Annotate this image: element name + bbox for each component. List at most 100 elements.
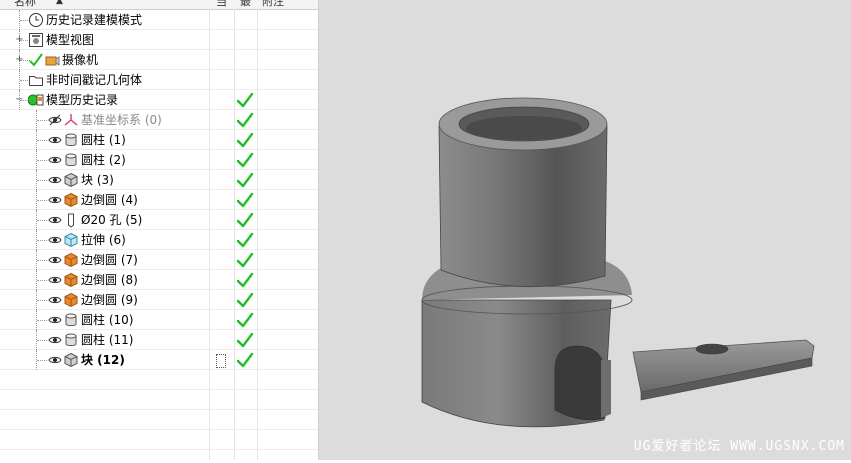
empty-row — [0, 430, 318, 450]
folder-icon — [28, 72, 44, 88]
eye-icon[interactable] — [48, 214, 62, 226]
tree-row[interactable]: − 模型历史记录 — [0, 90, 318, 110]
eye-icon[interactable] — [48, 334, 62, 346]
up-to-date-check-icon — [236, 312, 254, 328]
history-icon — [27, 92, 44, 108]
tree-item-label: 块 (12) — [81, 353, 125, 367]
navigator-header: 名称 ▲ 当 最 附注 — [0, 0, 318, 10]
empty-row — [0, 390, 318, 410]
tree-row[interactable]: 块 (3) — [0, 170, 318, 190]
clock-icon — [28, 12, 44, 28]
expand-toggle[interactable]: − — [15, 95, 24, 105]
tree-item-label: 模型视图 — [46, 33, 95, 47]
hidden-eye-icon[interactable] — [48, 114, 62, 126]
tree-item-label: 非时间戳记几何体 — [46, 73, 143, 87]
edge-blend-icon — [63, 292, 79, 308]
watermark: UG爱好者论坛 WWW.UGSNX.COM — [633, 439, 845, 454]
up-to-date-check-icon — [236, 92, 254, 108]
tree-item-label: 拉伸 (6) — [81, 233, 126, 247]
tree-item-label: 摄像机 — [62, 53, 99, 67]
cylinder-icon — [63, 152, 79, 168]
sort-arrow-icon[interactable]: ▲ — [56, 0, 63, 9]
tree-item-label: 边倒圆 (8) — [81, 273, 138, 287]
tree-item-label: Ø20 孔 (5) — [81, 213, 143, 227]
up-to-date-check-icon — [236, 112, 254, 128]
name-column-header[interactable]: 名称 — [14, 0, 36, 9]
block-icon — [63, 352, 79, 368]
tree-row[interactable]: 圆柱 (10) — [0, 310, 318, 330]
current-column-header[interactable]: 当 — [216, 0, 227, 9]
part-navigator: 名称 ▲ 当 最 附注 历史记录建模模式 + 模型视图 + 摄像机非时间戳记几何体 − 模型… — [0, 0, 319, 460]
up-to-date-check-icon — [236, 292, 254, 308]
eye-icon[interactable] — [48, 314, 62, 326]
hole-icon — [63, 212, 79, 228]
tree-item-label: 边倒圆 (7) — [81, 253, 138, 267]
eye-icon[interactable] — [48, 354, 62, 366]
tree-row[interactable]: 块 (12) — [0, 350, 318, 370]
tree-item-label: 圆柱 (1) — [81, 133, 126, 147]
part-model — [421, 97, 815, 428]
eye-icon[interactable] — [48, 254, 62, 266]
tree-row[interactable]: 边倒圆 (4) — [0, 190, 318, 210]
block-icon — [63, 172, 79, 188]
model-view-icon — [28, 32, 44, 48]
extrude-icon — [63, 232, 79, 248]
tree-row[interactable]: 圆柱 (11) — [0, 330, 318, 350]
latest-column-header[interactable]: 最 — [240, 0, 251, 9]
tree-item-label: 边倒圆 (4) — [81, 193, 138, 207]
camera-icon — [44, 52, 60, 68]
eye-icon[interactable] — [48, 194, 62, 206]
eye-icon[interactable] — [48, 134, 62, 146]
eye-icon[interactable] — [48, 274, 62, 286]
edge-blend-icon — [63, 192, 79, 208]
up-to-date-check-icon — [236, 192, 254, 208]
up-to-date-check-icon — [236, 152, 254, 168]
tree-row[interactable]: 边倒圆 (8) — [0, 270, 318, 290]
tree-item-label: 圆柱 (11) — [81, 333, 134, 347]
up-to-date-check-icon — [236, 212, 254, 228]
eye-icon[interactable] — [48, 234, 62, 246]
eye-icon[interactable] — [48, 294, 62, 306]
tab-plate — [632, 339, 815, 401]
tree-item-label: 边倒圆 (9) — [81, 293, 138, 307]
tree-row[interactable]: 边倒圆 (9) — [0, 290, 318, 310]
tree-item-label: 基准坐标系 (0) — [81, 113, 162, 127]
expand-toggle[interactable]: + — [15, 55, 24, 65]
edge-blend-icon — [63, 252, 79, 268]
tree-item-label: 历史记录建模模式 — [46, 13, 143, 27]
tree-row[interactable]: + 模型视图 — [0, 30, 318, 50]
tree-row[interactable]: 圆柱 (2) — [0, 150, 318, 170]
up-to-date-check-icon — [236, 252, 254, 268]
visible-check-icon[interactable] — [28, 52, 44, 68]
cylinder-icon — [63, 132, 79, 148]
tree-row[interactable]: 历史记录建模模式 — [0, 10, 318, 30]
up-to-date-check-icon — [236, 132, 254, 148]
up-to-date-check-icon — [236, 352, 254, 368]
current-marker-icon — [216, 354, 226, 368]
tree-item-label: 圆柱 (2) — [81, 153, 126, 167]
tree-row[interactable]: 基准坐标系 (0) — [0, 110, 318, 130]
eye-icon[interactable] — [48, 154, 62, 166]
up-to-date-check-icon — [236, 172, 254, 188]
tree-item-label: 块 (3) — [81, 173, 114, 187]
tree-row[interactable]: 边倒圆 (7) — [0, 250, 318, 270]
up-to-date-check-icon — [236, 272, 254, 288]
empty-row — [0, 410, 318, 430]
tree-row[interactable]: Ø20 孔 (5) — [0, 210, 318, 230]
eye-icon[interactable] — [48, 174, 62, 186]
empty-row — [0, 370, 318, 390]
expand-toggle[interactable]: + — [15, 35, 24, 45]
tree-row[interactable]: 拉伸 (6) — [0, 230, 318, 250]
up-to-date-check-icon — [236, 332, 254, 348]
notes-column-header[interactable]: 附注 — [262, 0, 284, 9]
tree-row[interactable]: 圆柱 (1) — [0, 130, 318, 150]
tree-row[interactable]: + 摄像机 — [0, 50, 318, 70]
graphics-viewport[interactable]: UG爱好者论坛 WWW.UGSNX.COM — [319, 0, 851, 460]
upper-cylinder — [438, 97, 608, 288]
tree-row[interactable]: 非时间戳记几何体 — [0, 70, 318, 90]
up-to-date-check-icon — [236, 232, 254, 248]
empty-row — [0, 450, 318, 460]
cylinder-icon — [63, 332, 79, 348]
tree-item-label: 模型历史记录 — [46, 93, 119, 107]
cylinder-icon — [63, 312, 79, 328]
